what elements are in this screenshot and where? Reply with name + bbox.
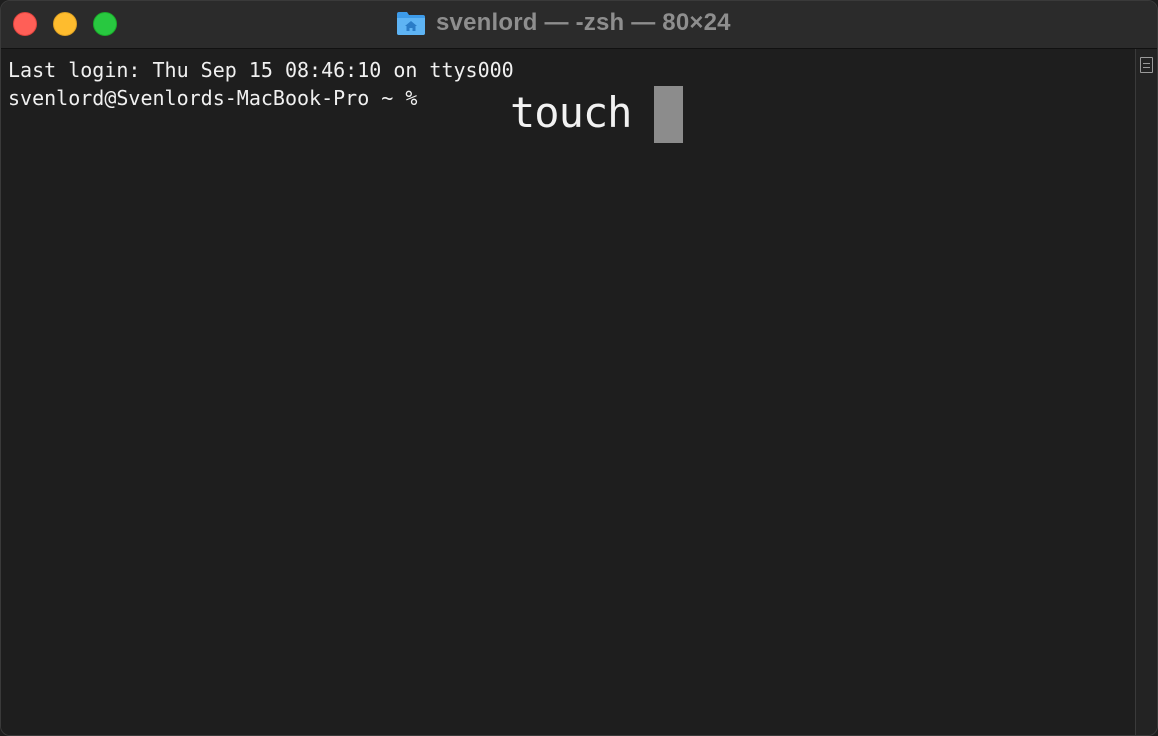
terminal-window: svenlord — -zsh — 80×24 Last login: Thu … bbox=[0, 0, 1158, 736]
home-folder-icon bbox=[397, 12, 425, 35]
zoom-button[interactable] bbox=[93, 12, 117, 36]
window-title: svenlord — -zsh — 80×24 bbox=[436, 9, 731, 36]
last-login-line: Last login: Thu Sep 15 08:46:10 on ttys0… bbox=[8, 58, 514, 82]
minimize-button[interactable] bbox=[53, 12, 77, 36]
close-button[interactable] bbox=[13, 12, 37, 36]
terminal-content[interactable]: Last login: Thu Sep 15 08:46:10 on ttys0… bbox=[1, 49, 1137, 735]
typed-command: touch bbox=[510, 88, 632, 137]
title-bar[interactable]: svenlord — -zsh — 80×24 bbox=[1, 1, 1157, 49]
scroll-marker-icon[interactable] bbox=[1140, 57, 1153, 73]
scrollbar[interactable] bbox=[1135, 49, 1157, 735]
window-title-group: svenlord — -zsh — 80×24 bbox=[396, 7, 731, 39]
text-cursor bbox=[654, 86, 683, 143]
shell-prompt: svenlord@Svenlords-MacBook-Pro ~ % bbox=[8, 86, 418, 110]
